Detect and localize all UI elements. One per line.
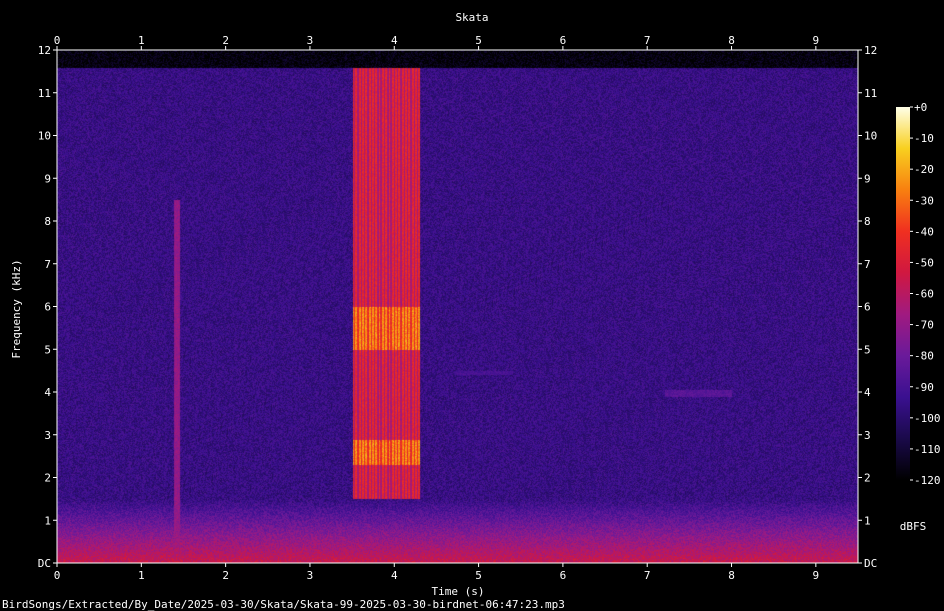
x-tick-label-bottom: 3 (307, 569, 314, 582)
colorbar-ticks: +0 -10 -20 -30 -40 -50 -60 -70 -80 -90 -100 -110 -12… (910, 101, 941, 487)
spectrogram-plot (56, 49, 859, 564)
y-tick-label-left: 12 (38, 44, 51, 57)
y-tick-label-right: 11 (864, 87, 877, 100)
spectrogram-heatmap (57, 50, 858, 563)
x-tick-label-bottom: 8 (728, 569, 735, 582)
x-axis-bottom: 0 1 2 3 4 5 6 7 8 9 (54, 563, 819, 582)
x-tick-label-bottom: 7 (644, 569, 651, 582)
x-tick-label-top: 6 (560, 34, 567, 47)
x-tick-label-top: 0 (54, 34, 61, 47)
x-tick-label-bottom: 6 (560, 569, 567, 582)
y-tick-label-left: DC (38, 557, 51, 570)
y-tick-label-right: 9 (864, 172, 871, 185)
y-tick-label-right: 1 (864, 514, 871, 527)
y-tick-label-left: 2 (44, 472, 51, 485)
x-tick-label-top: 3 (307, 34, 314, 47)
y-tick-label-left: 9 (44, 172, 51, 185)
y-tick-label-left: 4 (44, 386, 51, 399)
x-tick-label-top: 1 (138, 34, 145, 47)
y-tick-label-right: 7 (864, 258, 871, 271)
colorbar-label: dBFS (900, 520, 927, 533)
y-tick-label-left: 6 (44, 301, 51, 314)
y-tick-label-right: 4 (864, 386, 871, 399)
y-tick-label-right: 2 (864, 472, 871, 485)
colorbar-tick-label: -100 (914, 412, 941, 425)
colorbar-gradient (896, 107, 910, 480)
colorbar-tick-label: -30 (914, 194, 934, 207)
colorbar-tick-label: -60 (914, 288, 934, 301)
x-tick-label-top: 7 (644, 34, 651, 47)
y-tick-label-left: 11 (38, 87, 51, 100)
colorbar-tick-label: -40 (914, 225, 934, 238)
x-tick-label-bottom: 9 (813, 569, 820, 582)
y-axis-left: DC123456789101112 (38, 44, 57, 570)
colorbar-tick-label: -120 (914, 474, 941, 487)
x-tick-label-bottom: 5 (475, 569, 482, 582)
y-tick-label-right: DC (864, 557, 877, 570)
y-tick-label-left: 1 (44, 514, 51, 527)
colorbar-tick-label: -110 (914, 443, 941, 456)
x-tick-label-bottom: 0 (54, 569, 61, 582)
x-tick-label-top: 2 (222, 34, 229, 47)
y-tick-label-right: 5 (864, 343, 871, 356)
y-tick-label-right: 3 (864, 429, 871, 442)
y-tick-label-left: 3 (44, 429, 51, 442)
y-axis-right: DC123456789101112 (858, 44, 877, 570)
colorbar-tick-label: -80 (914, 350, 934, 363)
x-tick-label-bottom: 4 (391, 569, 398, 582)
colorbar-tick-label: -10 (914, 132, 934, 145)
x-tick-label-top: 9 (813, 34, 820, 47)
x-tick-label-top: 8 (728, 34, 735, 47)
y-tick-label-left: 5 (44, 343, 51, 356)
colorbar: +0 -10 -20 -30 -40 -50 -60 -70 -80 -90 -100 -110 -12… (896, 101, 941, 533)
spectrogram-image (57, 50, 858, 563)
colorbar-tick-label: -50 (914, 256, 934, 269)
x-tick-label-bottom: 1 (138, 569, 145, 582)
x-tick-label-bottom: 2 (222, 569, 229, 582)
y-tick-label-right: 8 (864, 215, 871, 228)
y-tick-label-left: 8 (44, 215, 51, 228)
y-tick-label-right: 12 (864, 44, 877, 57)
y-tick-label-left: 10 (38, 130, 51, 143)
colorbar-tick-label: -70 (914, 319, 934, 332)
y-tick-label-right: 6 (864, 301, 871, 314)
x-tick-label-top: 5 (475, 34, 482, 47)
x-axis-label: Time (s) (432, 585, 485, 598)
y-axis-label: Frequency (kHz) (10, 259, 23, 358)
colorbar-tick-label: +0 (914, 101, 927, 114)
chart-title: Skata (455, 11, 488, 24)
y-tick-label-right: 10 (864, 130, 877, 143)
file-path-footer: BirdSongs/Extracted/By_Date/2025-03-30/S… (2, 598, 565, 611)
x-axis-top: 0 1 2 3 4 5 6 7 8 9 (54, 34, 819, 50)
spectrogram-figure: Skata 0123456789 0123456789 DC1234567891… (2, 11, 941, 611)
x-tick-label-top: 4 (391, 34, 398, 47)
colorbar-tick-label: -20 (914, 163, 934, 176)
y-tick-label-left: 7 (44, 258, 51, 271)
colorbar-tick-label: -90 (914, 381, 934, 394)
